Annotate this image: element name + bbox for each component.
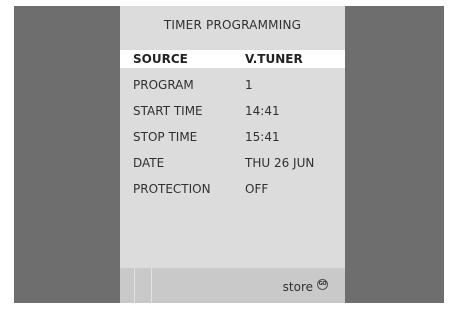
menu-row-source[interactable]: SOURCE V.TUNER <box>120 50 345 68</box>
source-value: V.TUNER <box>245 52 303 66</box>
store-label: store <box>282 280 313 294</box>
menu-row-stop-time[interactable]: STOP TIME 15:41 <box>120 128 345 146</box>
menu-footer: store GO <box>120 268 345 303</box>
program-label: PROGRAM <box>133 78 194 92</box>
stop-time-value: 15:41 <box>245 130 280 144</box>
menu-row-start-time[interactable]: START TIME 14:41 <box>120 102 345 120</box>
date-value: THU 26 JUN <box>245 156 315 170</box>
menu-row-protection[interactable]: PROTECTION OFF <box>120 180 345 198</box>
start-time-value: 14:41 <box>245 104 280 118</box>
source-label: SOURCE <box>133 52 188 66</box>
menu-row-date[interactable]: DATE THU 26 JUN <box>120 154 345 172</box>
start-time-label: START TIME <box>133 104 203 118</box>
footer-divider <box>120 268 135 303</box>
timer-programming-menu: TIMER PROGRAMMING SOURCE V.TUNER PROGRAM… <box>120 6 345 303</box>
protection-value: OFF <box>245 182 269 196</box>
go-button-icon[interactable]: GO <box>317 279 328 290</box>
footer-divider <box>135 268 152 303</box>
stop-time-label: STOP TIME <box>133 130 198 144</box>
protection-label: PROTECTION <box>133 182 211 196</box>
menu-title: TIMER PROGRAMMING <box>163 18 302 32</box>
program-value: 1 <box>245 78 253 92</box>
menu-row-program[interactable]: PROGRAM 1 <box>120 76 345 94</box>
date-label: DATE <box>133 156 165 170</box>
